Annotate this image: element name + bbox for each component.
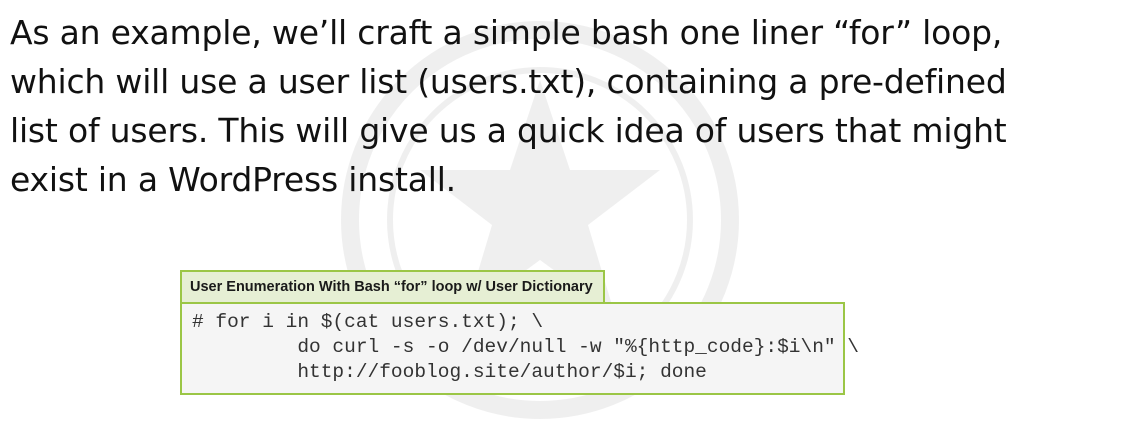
paragraph-line-1: As an example, we’ll craft a simple bash… (10, 13, 1003, 52)
code-example: User Enumeration With Bash “for” loop w/… (180, 270, 940, 395)
paragraph-line-3: list of users. This will give us a quick… (10, 111, 1007, 150)
code-line-3: http://fooblog.site/author/$i; done (192, 361, 707, 383)
paragraph-line-4: exist in a WordPress install. (10, 160, 456, 199)
code-line-2: do curl -s -o /dev/null -w "%{http_code}… (192, 336, 860, 358)
paragraph-line-2: which will use a user list (users.txt), … (10, 62, 1007, 101)
intro-paragraph: As an example, we’ll craft a simple bash… (10, 8, 1120, 204)
code-line-1: # for i in $(cat users.txt); \ (192, 311, 544, 333)
code-block-title: User Enumeration With Bash “for” loop w/… (180, 270, 605, 302)
code-block: # for i in $(cat users.txt); \ do curl -… (180, 302, 860, 395)
